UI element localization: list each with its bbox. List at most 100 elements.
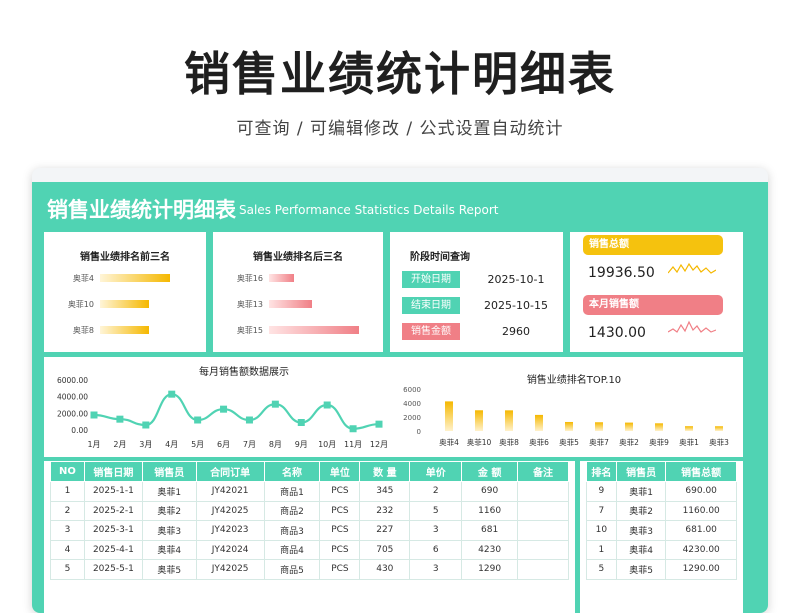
column-header[interactable]: 排名 [586,461,617,482]
bar[interactable] [505,410,513,431]
table-cell[interactable]: 7 [586,500,617,521]
bar[interactable] [655,423,663,431]
table-cell[interactable]: 345 [359,481,411,502]
column-header[interactable]: 单价 [409,461,463,482]
table-cell[interactable]: 1160 [461,500,519,521]
table-cell[interactable]: 1 [50,481,85,502]
table-cell[interactable]: 5 [409,500,463,521]
table-cell[interactable]: 1290.00 [665,559,737,580]
data-point[interactable] [168,390,176,398]
column-header[interactable]: 销售总额 [665,461,737,482]
table-cell[interactable]: 4230.00 [665,539,737,560]
table-cell[interactable]: 奥菲2 [615,500,667,521]
table-cell[interactable]: PCS [319,520,361,541]
table-cell[interactable]: 232 [359,500,411,521]
table-cell[interactable]: 4 [50,539,85,560]
table-cell[interactable] [517,539,569,560]
data-point[interactable] [349,425,357,433]
table-row[interactable]: 2 2025-2-1 奥菲2 JY42025 商品2 PCS 232 5 1160 [50,500,569,521]
data-point[interactable] [245,416,253,424]
table-cell[interactable]: JY42021 [195,481,265,502]
data-point[interactable] [116,415,124,423]
table-cell[interactable]: 奥菲3 [615,520,667,541]
bar[interactable] [535,414,543,431]
bar[interactable] [445,401,453,431]
table-row[interactable]: 7 奥菲2 1160.00 [586,500,737,521]
table-cell[interactable] [517,520,569,541]
table-row[interactable]: 5 2025-5-1 奥菲5 JY42025 商品5 PCS 430 3 1290 [50,559,569,580]
table-cell[interactable]: 9 [586,481,617,502]
table-cell[interactable]: 705 [359,539,411,560]
data-point[interactable] [297,419,305,426]
table-cell[interactable]: 商品4 [263,539,321,560]
table-cell[interactable]: 2025-2-1 [83,500,143,521]
table-cell[interactable]: 2025-5-1 [83,559,143,580]
column-header[interactable]: NO [50,461,85,482]
table-cell[interactable]: 奥菲4 [615,539,667,560]
table-cell[interactable]: 227 [359,520,411,541]
table-row[interactable]: 1 奥菲4 4230.00 [586,539,737,560]
table-row[interactable]: 1 2025-1-1 奥菲1 JY42021 商品1 PCS 345 2 690 [50,481,569,502]
table-cell[interactable]: 690.00 [665,481,737,502]
table-cell[interactable] [517,559,569,580]
column-header[interactable]: 销售员 [615,461,667,482]
table-cell[interactable]: JY42024 [195,539,265,560]
table-cell[interactable]: 奥菲5 [141,559,197,580]
table-cell[interactable]: 6 [409,539,463,560]
table-cell[interactable]: 4230 [461,539,519,560]
data-point[interactable] [194,416,202,424]
table-cell[interactable]: PCS [319,481,361,502]
table-cell[interactable]: 3 [50,520,85,541]
bar[interactable] [715,426,723,431]
table-cell[interactable]: 2025-3-1 [83,520,143,541]
table-cell[interactable]: 3 [409,520,463,541]
table-cell[interactable]: 681.00 [665,520,737,541]
table-row[interactable]: 4 2025-4-1 奥菲4 JY42024 商品4 PCS 705 6 4230 [50,539,569,560]
table-cell[interactable]: 商品2 [263,500,321,521]
table-row[interactable]: 9 奥菲1 690.00 [586,481,737,502]
table-row[interactable]: 5 奥菲5 1290.00 [586,559,737,580]
table-cell[interactable]: 10 [586,520,617,541]
table-cell[interactable]: 奥菲1 [141,481,197,502]
column-header[interactable]: 名称 [263,461,321,482]
table-cell[interactable]: JY42025 [195,559,265,580]
table-cell[interactable]: 690 [461,481,519,502]
column-header[interactable]: 金 额 [461,461,519,482]
column-header[interactable]: 合同订单 [195,461,265,482]
column-header[interactable]: 单位 [319,461,361,482]
table-cell[interactable]: 3 [409,559,463,580]
table-row[interactable]: 3 2025-3-1 奥菲3 JY42023 商品3 PCS 227 3 681 [50,520,569,541]
column-header[interactable]: 备注 [517,461,569,482]
table-cell[interactable]: PCS [319,559,361,580]
table-cell[interactable]: 2 [409,481,463,502]
data-point[interactable] [90,411,98,419]
bar[interactable] [685,426,693,431]
bar[interactable] [565,421,573,431]
table-cell[interactable]: 商品1 [263,481,321,502]
bar[interactable] [595,422,603,431]
table-row[interactable]: 10 奥菲3 681.00 [586,520,737,541]
table-cell[interactable]: 5 [50,559,85,580]
table-cell[interactable]: PCS [319,500,361,521]
data-point[interactable] [323,401,331,409]
table-cell[interactable]: 2025-1-1 [83,481,143,502]
data-point[interactable] [220,405,228,413]
table-cell[interactable]: JY42025 [195,500,265,521]
table-cell[interactable]: 奥菲1 [615,481,667,502]
bar[interactable] [625,422,633,431]
bar[interactable] [475,410,483,431]
table-cell[interactable] [517,500,569,521]
table-cell[interactable]: 奥菲2 [141,500,197,521]
data-point[interactable] [375,420,383,428]
table-cell[interactable]: PCS [319,539,361,560]
table-cell[interactable]: 2025-4-1 [83,539,143,560]
data-point[interactable] [271,400,279,408]
table-cell[interactable]: JY42023 [195,520,265,541]
table-cell[interactable]: 奥菲4 [141,539,197,560]
column-header[interactable]: 销售日期 [83,461,143,482]
table-cell[interactable]: 奥菲3 [141,520,197,541]
table-cell[interactable]: 5 [586,559,617,580]
column-header[interactable]: 数 量 [359,461,411,482]
table-cell[interactable]: 681 [461,520,519,541]
table-cell[interactable]: 1290 [461,559,519,580]
